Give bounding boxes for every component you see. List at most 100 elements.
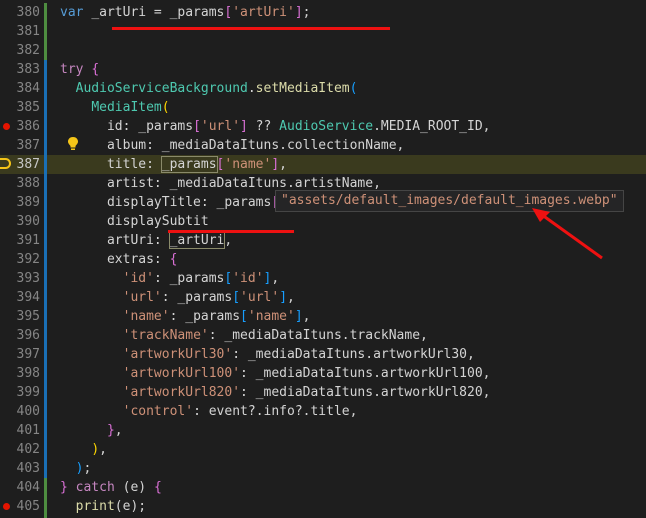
code-line[interactable]: 394 'url': _params['url'], [0,288,646,307]
code-text[interactable]: displaySubtit [60,212,209,231]
code-text[interactable]: 'artworkUrl100': _mediaDataItuns.artwork… [60,364,491,383]
gutter-marker[interactable] [0,345,12,364]
gutter-marker[interactable] [0,212,12,231]
gutter-marker[interactable] [0,231,12,250]
code-text[interactable]: var _artUri = _params['artUri']; [60,3,310,22]
gutter-marker[interactable] [0,459,12,478]
git-change-bar[interactable] [44,345,47,364]
code-line[interactable]: 395 'name': _params['name'], [0,307,646,326]
git-change-bar[interactable] [44,364,47,383]
code-editor[interactable]: 380 var _artUri = _params['artUri']; 381 38… [0,0,646,518]
code-line[interactable]: 404} catch (e) { [0,478,646,497]
git-change-bar[interactable] [44,212,47,231]
code-text[interactable]: 'name': _params['name'], [60,307,311,326]
gutter-marker[interactable] [0,269,12,288]
git-change-bar[interactable] [44,193,47,212]
code-text[interactable]: 'trackName': _mediaDataItuns.trackName, [60,326,428,345]
code-text[interactable]: title: _params['name'], [60,155,287,174]
git-change-bar[interactable] [44,440,47,459]
code-line[interactable]: 405 print(e); [0,497,646,516]
git-change-bar[interactable] [44,3,47,22]
git-change-bar[interactable] [44,117,47,136]
lightbulb-icon[interactable] [66,136,80,152]
code-text[interactable]: 'artworkUrl30': _mediaDataItuns.artworkU… [60,345,475,364]
gutter-marker[interactable] [0,250,12,269]
git-change-bar[interactable] [44,269,47,288]
gutter-marker[interactable] [0,478,12,497]
gutter-marker[interactable] [0,497,12,516]
code-line[interactable]: 402 ), [0,440,646,459]
git-change-bar[interactable] [44,174,47,193]
code-text[interactable]: AudioServiceBackground.setMediaItem( [60,79,358,98]
code-line[interactable]: 381 [0,22,646,41]
gutter-marker[interactable] [0,288,12,307]
gutter-marker[interactable] [0,41,12,60]
code-text[interactable]: 'url': _params['url'], [60,288,295,307]
git-change-bar[interactable] [44,459,47,478]
git-change-bar[interactable] [44,326,47,345]
code-text[interactable]: id: _params['url'] ?? AudioService.MEDIA… [60,117,491,136]
git-change-bar[interactable] [44,136,47,155]
breakpoint-icon[interactable] [3,503,10,510]
gutter-marker[interactable] [0,364,12,383]
code-text[interactable]: } catch (e) { [60,478,162,497]
gutter-marker[interactable] [0,117,12,136]
git-change-bar[interactable] [44,60,47,79]
code-text[interactable]: 'id': _params['id'], [60,269,280,288]
git-change-bar[interactable] [44,383,47,402]
code-line[interactable]: 383 try { [0,60,646,79]
git-change-bar[interactable] [44,421,47,440]
code-text[interactable]: }, [60,421,123,440]
gutter-marker[interactable] [0,383,12,402]
code-line[interactable]: 398 'artworkUrl100': _mediaDataItuns.art… [0,364,646,383]
code-line[interactable]: 387 title: _params['name'], [0,155,646,174]
code-text[interactable]: ), [60,440,107,459]
code-line[interactable]: 385 MediaItem( [0,98,646,117]
git-change-bar[interactable] [44,307,47,326]
gutter-marker[interactable] [0,136,12,155]
code-line[interactable]: 403 ); [0,459,646,478]
code-text[interactable]: 'artworkUrl820': _mediaDataItuns.artwork… [60,383,491,402]
code-text[interactable]: extras: { [60,250,177,269]
git-change-bar[interactable] [44,231,47,250]
code-line[interactable]: 387 album: _mediaDataItuns.collectionNam… [0,136,646,155]
git-change-bar[interactable] [44,478,47,497]
git-change-bar[interactable] [44,155,47,174]
gutter-marker[interactable] [0,193,12,212]
code-text[interactable]: ); [60,459,92,478]
code-text[interactable]: 'control': event?.info?.title, [60,402,358,421]
gutter-marker[interactable] [0,326,12,345]
code-text[interactable]: MediaItem( [60,98,169,117]
git-change-bar[interactable] [44,402,47,421]
code-line[interactable]: 384 AudioServiceBackground.setMediaItem( [0,79,646,98]
git-change-bar[interactable] [44,79,47,98]
gutter-marker[interactable] [0,440,12,459]
code-line[interactable]: 380 var _artUri = _params['artUri']; [0,3,646,22]
code-line[interactable]: 396 'trackName': _mediaDataItuns.trackNa… [0,326,646,345]
gutter-marker[interactable] [0,421,12,440]
gutter-marker[interactable] [0,98,12,117]
code-text[interactable]: print(e); [60,497,146,516]
git-change-bar[interactable] [44,250,47,269]
code-line[interactable]: 400 'control': event?.info?.title, [0,402,646,421]
git-change-bar[interactable] [44,41,47,60]
gutter-marker[interactable] [0,79,12,98]
code-line[interactable]: 399 'artworkUrl820': _mediaDataItuns.art… [0,383,646,402]
gutter-marker[interactable] [0,174,12,193]
code-text[interactable]: try { [60,60,99,79]
git-change-bar[interactable] [44,22,47,41]
code-line[interactable]: 397 'artworkUrl30': _mediaDataItuns.artw… [0,345,646,364]
gutter-marker[interactable] [0,155,12,174]
code-line[interactable]: 393 'id': _params['id'], [0,269,646,288]
git-change-bar[interactable] [44,98,47,117]
gutter-marker[interactable] [0,307,12,326]
code-line[interactable]: 401 }, [0,421,646,440]
code-line[interactable]: 382 [0,41,646,60]
gutter-marker[interactable] [0,60,12,79]
code-text[interactable]: artUri: _artUri, [60,231,232,250]
gutter-marker[interactable] [0,22,12,41]
code-line[interactable]: 386 id: _params['url'] ?? AudioService.M… [0,117,646,136]
gutter-marker[interactable] [0,3,12,22]
breakpoint-icon[interactable] [3,123,10,130]
git-change-bar[interactable] [44,497,47,516]
